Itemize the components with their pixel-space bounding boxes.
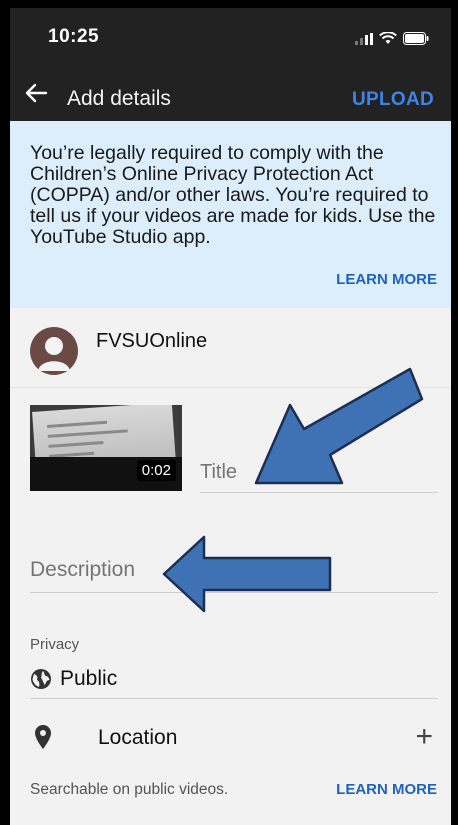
thumbnail-detail bbox=[47, 420, 108, 428]
thumbnail-detail bbox=[48, 441, 104, 448]
footer-learn-more-link[interactable]: LEARN MORE bbox=[336, 781, 437, 798]
privacy-selector[interactable]: Public bbox=[30, 664, 438, 698]
divider bbox=[10, 387, 451, 388]
coppa-banner-text: You’re legally required to comply with t… bbox=[30, 142, 436, 248]
status-icons bbox=[355, 32, 429, 45]
phone-screen: 10:25 Add details UPLOAD You’re legally … bbox=[10, 8, 451, 825]
privacy-label: Privacy bbox=[30, 636, 80, 653]
plus-icon[interactable]: + bbox=[415, 720, 433, 754]
channel-row: FVSUOnline bbox=[10, 308, 451, 388]
channel-name: FVSUOnline bbox=[96, 330, 208, 352]
battery-icon bbox=[403, 32, 429, 45]
page-title: Add details bbox=[67, 87, 171, 110]
title-underline bbox=[200, 492, 438, 493]
globe-icon bbox=[31, 669, 51, 689]
signal-icon bbox=[355, 32, 373, 45]
thumbnail-detail bbox=[47, 429, 128, 438]
status-time: 10:25 bbox=[48, 26, 100, 47]
description-underline bbox=[30, 592, 438, 593]
video-thumbnail[interactable]: 0:02 bbox=[30, 405, 182, 491]
privacy-underline bbox=[30, 698, 438, 699]
banner-learn-more-link[interactable]: LEARN MORE bbox=[336, 271, 437, 288]
title-input[interactable] bbox=[200, 461, 438, 484]
app-bar: Add details UPLOAD bbox=[10, 63, 451, 121]
wifi-icon bbox=[379, 32, 397, 44]
back-arrow-icon[interactable] bbox=[24, 82, 48, 104]
status-bar: 10:25 bbox=[10, 8, 451, 63]
location-label: Location bbox=[98, 726, 178, 749]
location-row[interactable]: Location + bbox=[10, 720, 451, 760]
avatar-icon bbox=[30, 327, 78, 375]
privacy-value: Public bbox=[60, 667, 118, 690]
searchable-note: Searchable on public videos. bbox=[30, 781, 229, 798]
video-duration: 0:02 bbox=[136, 460, 176, 481]
upload-button[interactable]: UPLOAD bbox=[352, 89, 434, 111]
location-pin-icon bbox=[35, 725, 51, 749]
description-input[interactable] bbox=[30, 558, 438, 582]
